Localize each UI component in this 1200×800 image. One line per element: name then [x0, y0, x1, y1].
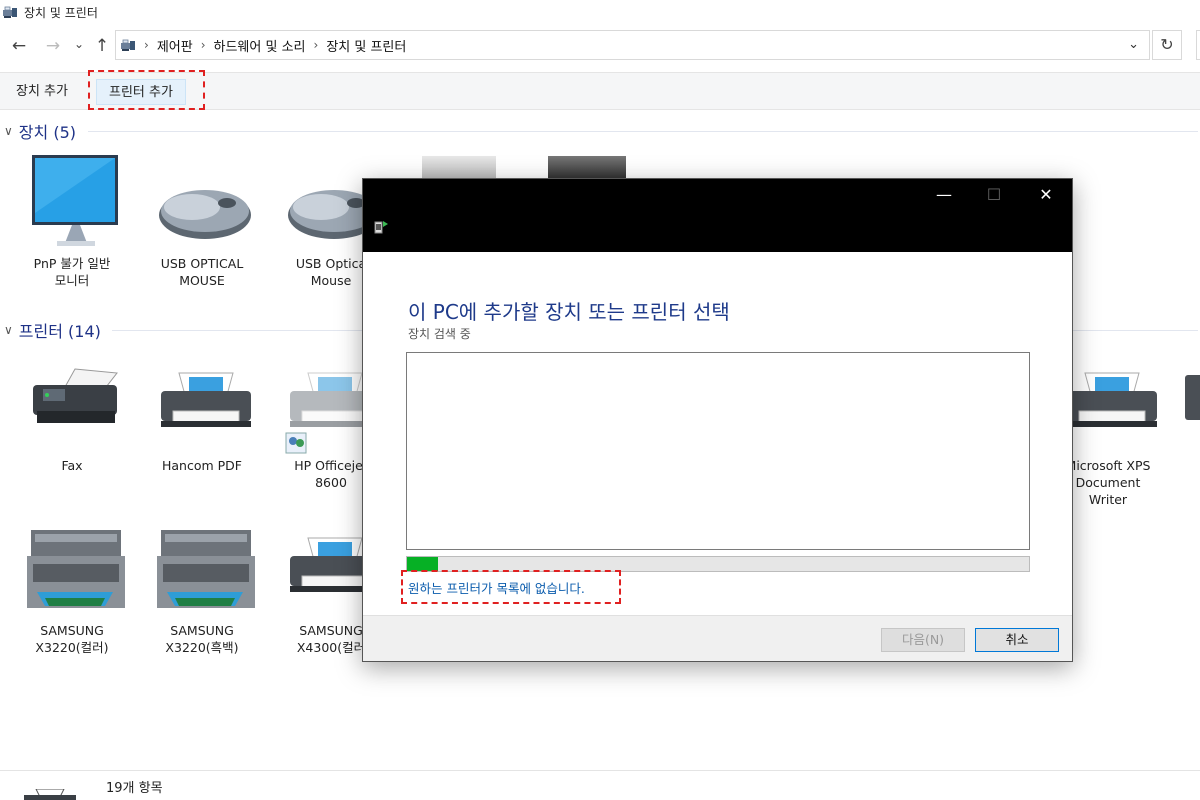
searching-status: 장치 검색 중	[408, 327, 471, 341]
printer-label: Writer	[1088, 492, 1128, 507]
printer-label: X3220(흑백)	[165, 640, 239, 655]
search-progress-bar	[406, 556, 1030, 572]
next-button[interactable]: 다음(N)	[881, 628, 965, 652]
device-label: USB Optica	[295, 256, 367, 271]
mfp-printer-icon	[17, 520, 127, 620]
minimize-icon[interactable]: —	[929, 185, 959, 204]
add-device-icon	[374, 221, 388, 234]
devices-group-label: 장치 (5)	[18, 123, 76, 142]
devices-group-header[interactable]: ∨ 장치 (5)	[4, 119, 76, 143]
forward-arrow-icon[interactable]: →	[42, 36, 64, 56]
command-bar: 장치 추가 프린터 추가	[0, 72, 1200, 110]
mouse-icon	[147, 153, 257, 253]
breadcrumb-separator[interactable]: ›	[314, 38, 319, 52]
printer-label: X4300(컬러	[296, 640, 366, 655]
device-item-drive-icon[interactable]	[422, 156, 496, 178]
address-row: ← → ⌄ ↑ › 제어판 › 하드웨어 및 소리 › 장치 및 프린터 ⌄ ↻	[0, 28, 1200, 64]
device-label: PnP 불가 일반	[33, 256, 111, 271]
device-item-monitor[interactable]: PnP 불가 일반모니터	[7, 153, 137, 289]
printers-group-label: 프린터 (14)	[18, 322, 101, 341]
device-item-usb-optical-mouse[interactable]: USB OPTICAL MOUSE	[137, 153, 267, 289]
maximize-icon: ☐	[986, 185, 1002, 204]
group-divider	[1073, 330, 1198, 331]
breadcrumb-devices-and-printers[interactable]: 장치 및 프린터	[326, 36, 406, 55]
item-count: 19개 항목	[106, 781, 163, 796]
search-box[interactable]	[1196, 30, 1200, 60]
selected-printer-icon	[24, 789, 76, 800]
printer-not-listed-link[interactable]: 원하는 프린터가 목록에 없습니다.	[408, 578, 585, 597]
monitor-icon	[17, 153, 127, 253]
address-dropdown-chevron-icon[interactable]: ⌄	[1128, 37, 1139, 52]
dialog-footer: 다음(N) 취소	[363, 615, 1072, 661]
status-bar: 19개 항목	[0, 770, 1200, 800]
recent-locations-chevron-icon[interactable]: ⌄	[68, 34, 90, 54]
printer-label: 8600	[315, 475, 347, 490]
printer-label: Hancom PDF	[161, 458, 242, 473]
printer-icon	[147, 355, 257, 455]
printer-item-partial-icon[interactable]	[1185, 375, 1200, 420]
printer-label: X3220(컬러)	[35, 640, 109, 655]
printer-label: SAMSUNG	[40, 623, 104, 638]
dialog-titlebar: — ☐ ✕	[363, 179, 1072, 252]
device-results-list[interactable]	[406, 352, 1030, 550]
printer-label: SAMSUNG	[170, 623, 234, 638]
device-label: USB OPTICAL	[160, 256, 244, 271]
group-divider	[88, 131, 1198, 132]
printer-item-samsung-x3220-color[interactable]: SAMSUNG X3220(컬러)	[7, 520, 137, 656]
printer-label: HP Officejet	[294, 458, 368, 473]
collapse-chevron-icon[interactable]: ∨	[4, 124, 13, 138]
add-device-dialog: — ☐ ✕ 이 PC에 추가할 장치 또는 프린터 선택 장치 검색 중 원하는…	[362, 178, 1073, 662]
printer-item-hancom-pdf[interactable]: Hancom PDF	[137, 355, 267, 474]
device-item-computer-icon[interactable]	[548, 156, 626, 178]
collapse-chevron-icon[interactable]: ∨	[4, 323, 13, 337]
address-bar[interactable]: › 제어판 › 하드웨어 및 소리 › 장치 및 프린터 ⌄	[115, 30, 1150, 60]
devices-and-printers-icon	[121, 39, 135, 51]
printer-item-samsung-x3220-mono[interactable]: SAMSUNG X3220(흑백)	[137, 520, 267, 656]
printer-label: Microsoft XPS	[1065, 458, 1151, 473]
mfp-printer-icon	[147, 520, 257, 620]
breadcrumb-separator[interactable]: ›	[201, 38, 206, 52]
refresh-button[interactable]: ↻	[1152, 30, 1182, 60]
printer-label: SAMSUNG	[299, 623, 363, 638]
window-title: 장치 및 프린터	[24, 5, 98, 20]
device-label: Mouse	[310, 273, 352, 288]
printers-group-header[interactable]: ∨ 프린터 (14)	[4, 318, 101, 342]
breadcrumb-separator[interactable]: ›	[144, 38, 149, 52]
close-icon[interactable]: ✕	[1031, 185, 1061, 204]
printer-label: Fax	[61, 458, 83, 473]
device-label: MOUSE	[179, 273, 225, 288]
fax-icon	[17, 355, 127, 455]
device-label: 모니터	[54, 273, 90, 288]
cancel-button[interactable]: 취소	[975, 628, 1059, 652]
window-titlebar: 장치 및 프린터	[0, 0, 1200, 24]
up-arrow-icon[interactable]: ↑	[91, 36, 113, 56]
printer-label: Document	[1075, 475, 1141, 490]
add-printer-button[interactable]: 프린터 추가	[96, 79, 186, 105]
breadcrumb: › 제어판 › 하드웨어 및 소리 › 장치 및 프린터	[136, 36, 406, 55]
back-arrow-icon[interactable]: ←	[8, 36, 30, 56]
add-device-button[interactable]: 장치 추가	[10, 79, 74, 105]
group-divider	[112, 330, 362, 331]
breadcrumb-control-panel[interactable]: 제어판	[157, 36, 193, 55]
dialog-heading: 이 PC에 추가할 장치 또는 프린터 선택	[408, 300, 730, 324]
printer-item-fax[interactable]: Fax	[7, 355, 137, 474]
breadcrumb-hardware-and-sound[interactable]: 하드웨어 및 소리	[214, 36, 306, 55]
progress-fill	[407, 557, 439, 571]
devices-and-printers-icon	[3, 6, 17, 18]
